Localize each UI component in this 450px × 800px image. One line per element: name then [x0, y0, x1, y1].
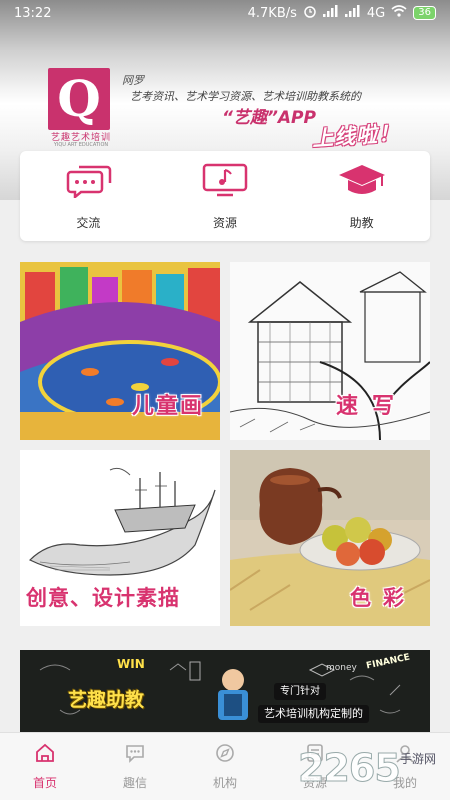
- promo-tag-1: 专门针对: [274, 683, 326, 700]
- watermark-text: 手游网: [400, 752, 437, 766]
- banner-launch-text: 上线啦！: [311, 120, 401, 152]
- category-grid: 儿童画 速写 创意、设计素描 色彩: [20, 262, 430, 626]
- network-speed: 4.7KB/s: [247, 5, 297, 21]
- category-title-creative-drawing: 创意、设计素描: [26, 586, 180, 610]
- banner-line-1: 网罗: [122, 74, 144, 87]
- nav-label-messages: 趣信: [122, 776, 147, 790]
- category-tile-creative-drawing[interactable]: 创意、设计素描: [20, 450, 220, 626]
- logo-subtext: YIQU ART EDUCATION: [53, 142, 109, 148]
- banner-line-2: 艺考资讯、艺术学习资源、艺术培训助教系统的: [130, 90, 361, 103]
- status-indicators: 4.7KB/s 4G 36: [248, 4, 436, 22]
- banner-app-name: “艺趣”APP: [222, 108, 316, 128]
- category-title-children-painting: 儿童画: [131, 394, 204, 419]
- graduation-cap-icon: [337, 162, 387, 202]
- status-time: 13:22: [14, 5, 52, 21]
- nav-label-home: 首页: [32, 776, 57, 790]
- promo-banner[interactable]: WIN money FINANCE 艺趣助教 专门针对 艺术培训机构定制的: [20, 650, 430, 732]
- music-monitor-icon: [200, 162, 250, 202]
- signal-icon-2: [344, 5, 361, 21]
- quick-label-chat: 交流: [76, 215, 101, 230]
- promo-title: 艺趣助教: [68, 689, 145, 711]
- app-screen: Q 艺趣艺术培训 YIQU ART EDUCATION 网罗 艺考资讯、艺术学习…: [0, 0, 450, 800]
- quick-item-chat[interactable]: 交流: [33, 162, 143, 231]
- site-watermark: 2265 手游网: [298, 740, 450, 796]
- compass-icon: [214, 742, 236, 768]
- app-logo: Q: [48, 68, 110, 130]
- quick-item-resource[interactable]: 资源: [170, 162, 280, 231]
- status-bar: 13:22 4.7KB/s 4G 36: [0, 0, 450, 26]
- category-title-sketch: 速写: [335, 394, 408, 419]
- nav-item-institutions[interactable]: 机构: [180, 733, 270, 800]
- promo-tag-2: 艺术培训机构定制的: [258, 705, 369, 723]
- nav-item-home[interactable]: 首页: [0, 733, 90, 800]
- message-icon: [124, 742, 146, 768]
- battery-indicator: 36: [413, 6, 436, 20]
- nav-label-institutions: 机构: [212, 776, 237, 790]
- quick-menu: 交流 资源 助教: [20, 151, 430, 241]
- signal-icon: [322, 5, 339, 21]
- category-tile-children-painting[interactable]: 儿童画: [20, 262, 220, 440]
- network-type: 4G: [366, 5, 386, 21]
- wifi-icon: [391, 5, 407, 21]
- quick-label-assist: 助教: [349, 215, 374, 230]
- category-title-color: 色彩: [350, 586, 416, 610]
- promo-deco-win: WIN: [117, 657, 145, 671]
- category-tile-sketch[interactable]: 速写: [230, 262, 430, 440]
- logo-letter: Q: [57, 69, 101, 128]
- alarm-icon: [303, 4, 317, 22]
- quick-item-assist[interactable]: 助教: [307, 162, 417, 231]
- chat-icon: [63, 162, 113, 202]
- watermark-number: 2265: [298, 746, 402, 791]
- home-icon: [34, 742, 56, 768]
- quick-label-resource: 资源: [212, 215, 237, 230]
- nav-item-messages[interactable]: 趣信: [90, 733, 180, 800]
- promo-deco-money: money: [326, 663, 357, 673]
- category-tile-color[interactable]: 色彩: [230, 450, 430, 626]
